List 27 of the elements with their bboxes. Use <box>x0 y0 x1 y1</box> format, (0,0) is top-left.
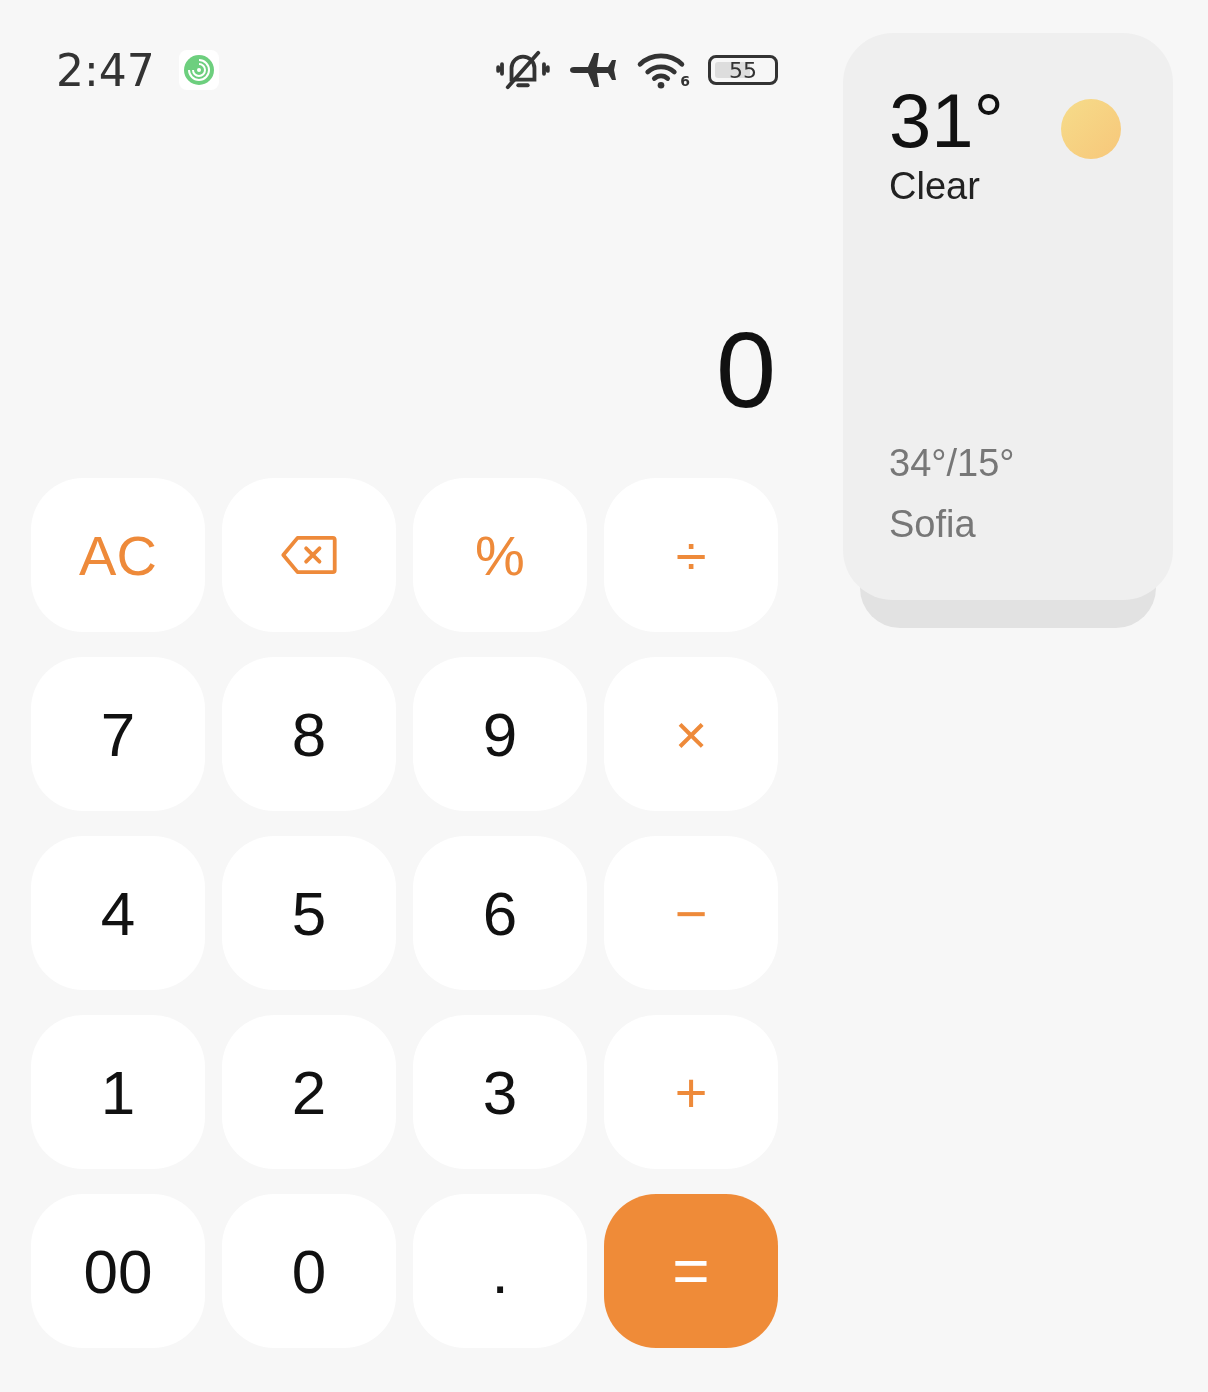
digit-key[interactable]: 8 <box>222 657 396 811</box>
digit-key[interactable]: 2 <box>222 1015 396 1169</box>
backspace-icon <box>280 535 338 575</box>
weather-condition: Clear <box>889 165 981 208</box>
airplane-icon <box>568 50 619 90</box>
result-display: 0 <box>714 320 777 420</box>
digit-key[interactable]: 00 <box>31 1194 205 1348</box>
muted-bell-icon <box>496 49 551 91</box>
temperature: 31° <box>889 83 1004 159</box>
digit-key[interactable]: 7 <box>31 657 205 811</box>
digit-key[interactable]: 0 <box>222 1194 396 1348</box>
digit-key[interactable]: 4 <box>31 836 205 990</box>
digit-key[interactable]: 1 <box>31 1015 205 1169</box>
digit-key[interactable]: 6 <box>413 836 587 990</box>
backspace-button[interactable] <box>222 478 396 632</box>
digit-key[interactable]: . <box>413 1194 587 1348</box>
app-notification-icon <box>178 50 219 90</box>
digit-key[interactable]: 9 <box>413 657 587 811</box>
status-time: 2:47 <box>56 44 155 96</box>
city-name: Sofia <box>889 503 977 546</box>
digit-key[interactable]: 3 <box>413 1015 587 1169</box>
weather-card[interactable]: 31° Clear 34°/15° Sofia <box>843 33 1173 600</box>
sun-icon <box>1061 99 1121 159</box>
battery-indicator: 55 <box>708 55 778 85</box>
temperature-range: 34°/15° <box>889 442 1016 485</box>
wifi-generation: 6 <box>680 73 690 89</box>
digit-key[interactable]: 5 <box>222 836 396 990</box>
